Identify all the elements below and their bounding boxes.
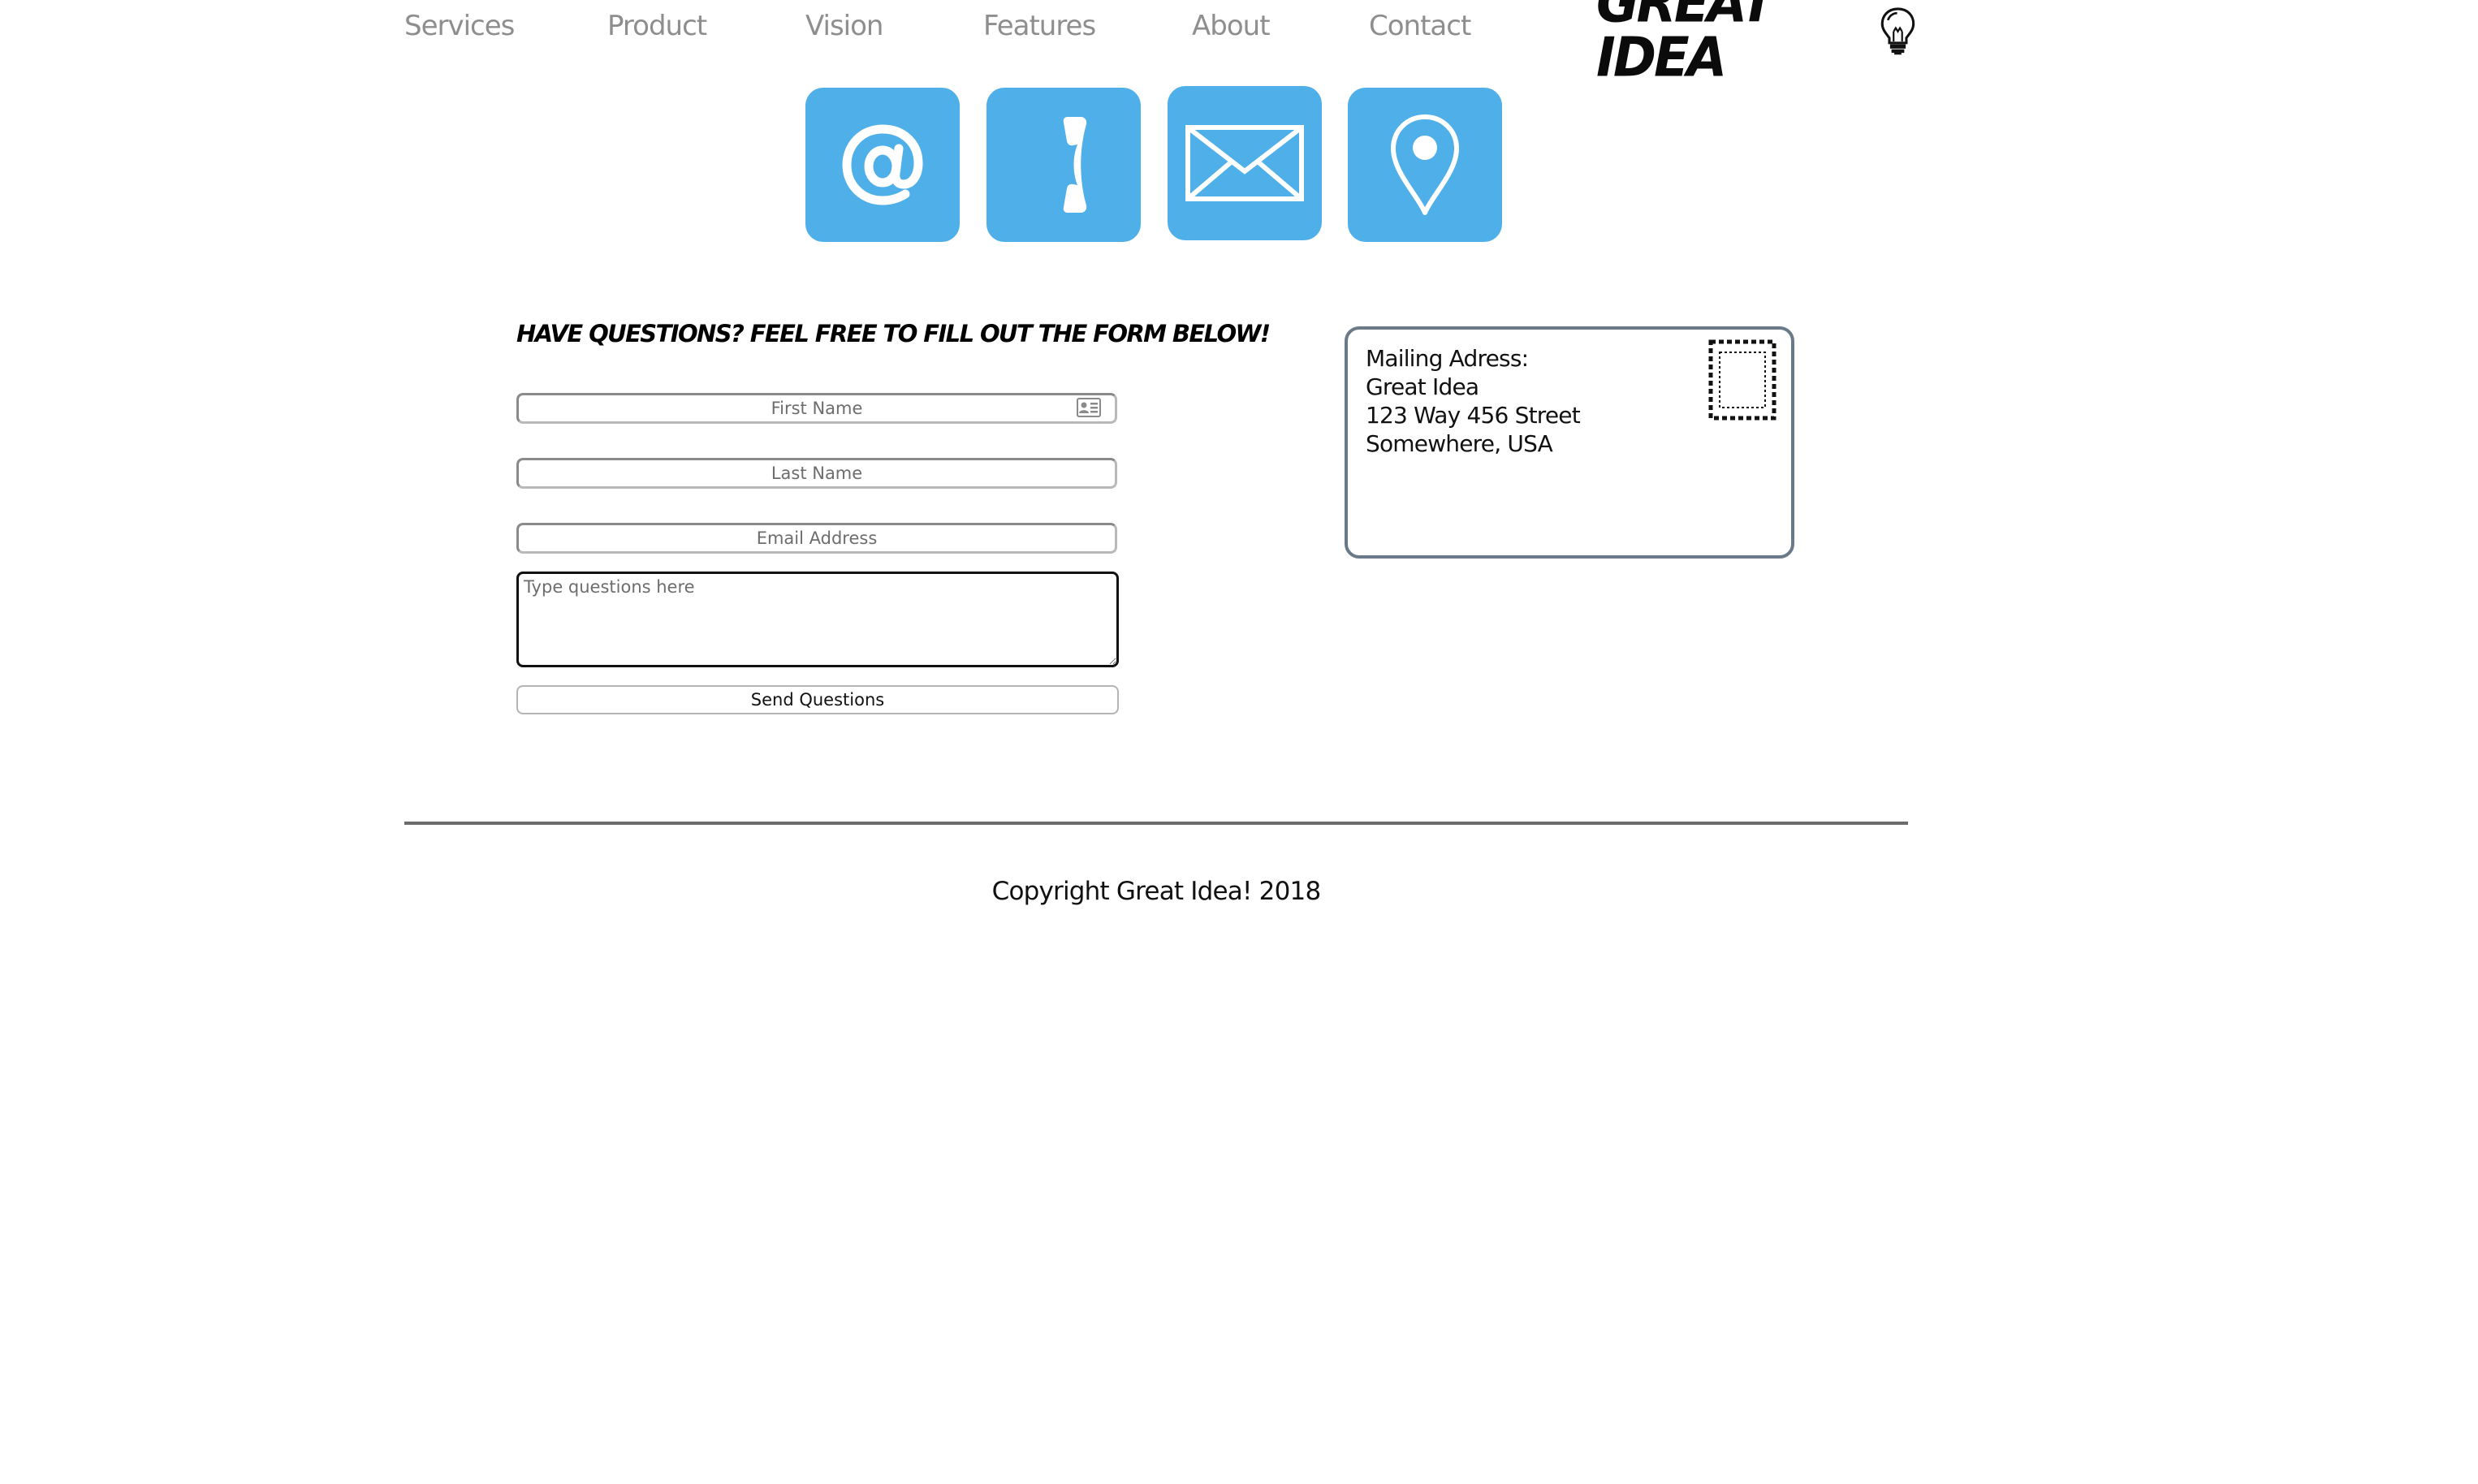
copyright-text: Copyright Great Idea! 2018 xyxy=(991,877,1322,906)
nav-link-product[interactable]: Product xyxy=(607,10,707,42)
mailing-address: Mailing Adress: Great Idea 123 Way 456 S… xyxy=(1366,344,1581,458)
top-nav: Services Product Vision Features About C… xyxy=(0,0,2478,85)
first-name-input[interactable] xyxy=(516,393,1117,424)
mailing-address-label: Mailing Adress: xyxy=(1366,345,1529,372)
nav-link-vision[interactable]: Vision xyxy=(805,10,883,42)
nav-link-services[interactable]: Services xyxy=(404,10,515,42)
map-pin-icon xyxy=(1391,114,1459,215)
site-logo[interactable]: GREAT IDEA xyxy=(1596,0,1918,85)
contact-card-icon[interactable] xyxy=(1077,398,1101,417)
mailing-address-card: Mailing Adress: Great Idea 123 Way 456 S… xyxy=(1345,326,1794,559)
phone-icon xyxy=(1063,117,1087,213)
mailing-street: 123 Way 456 Street xyxy=(1366,402,1581,429)
email-input[interactable] xyxy=(516,523,1117,554)
at-sign-icon xyxy=(842,124,923,205)
logo-text: GREAT IDEA xyxy=(1596,0,1776,90)
footer-divider xyxy=(404,822,1908,825)
postage-stamp-icon xyxy=(1708,339,1776,421)
mailing-company: Great Idea xyxy=(1366,373,1479,400)
form-heading: Have questions? Feel free to fill out th… xyxy=(516,320,1271,347)
send-questions-button[interactable]: Send Questions xyxy=(516,685,1119,714)
envelope-icon xyxy=(1185,125,1304,201)
nav-link-about[interactable]: About xyxy=(1192,10,1271,42)
nav-link-contact[interactable]: Contact xyxy=(1369,10,1471,42)
lightbulb-icon xyxy=(1880,7,1915,55)
questions-textarea[interactable] xyxy=(516,572,1119,667)
location-tile[interactable] xyxy=(1348,88,1502,242)
email-tile[interactable] xyxy=(805,88,960,242)
nav-link-features[interactable]: Features xyxy=(983,10,1096,42)
phone-tile[interactable] xyxy=(986,88,1141,242)
last-name-input[interactable] xyxy=(516,458,1117,489)
mailing-city: Somewhere, USA xyxy=(1366,430,1553,457)
mail-tile[interactable] xyxy=(1168,86,1322,240)
